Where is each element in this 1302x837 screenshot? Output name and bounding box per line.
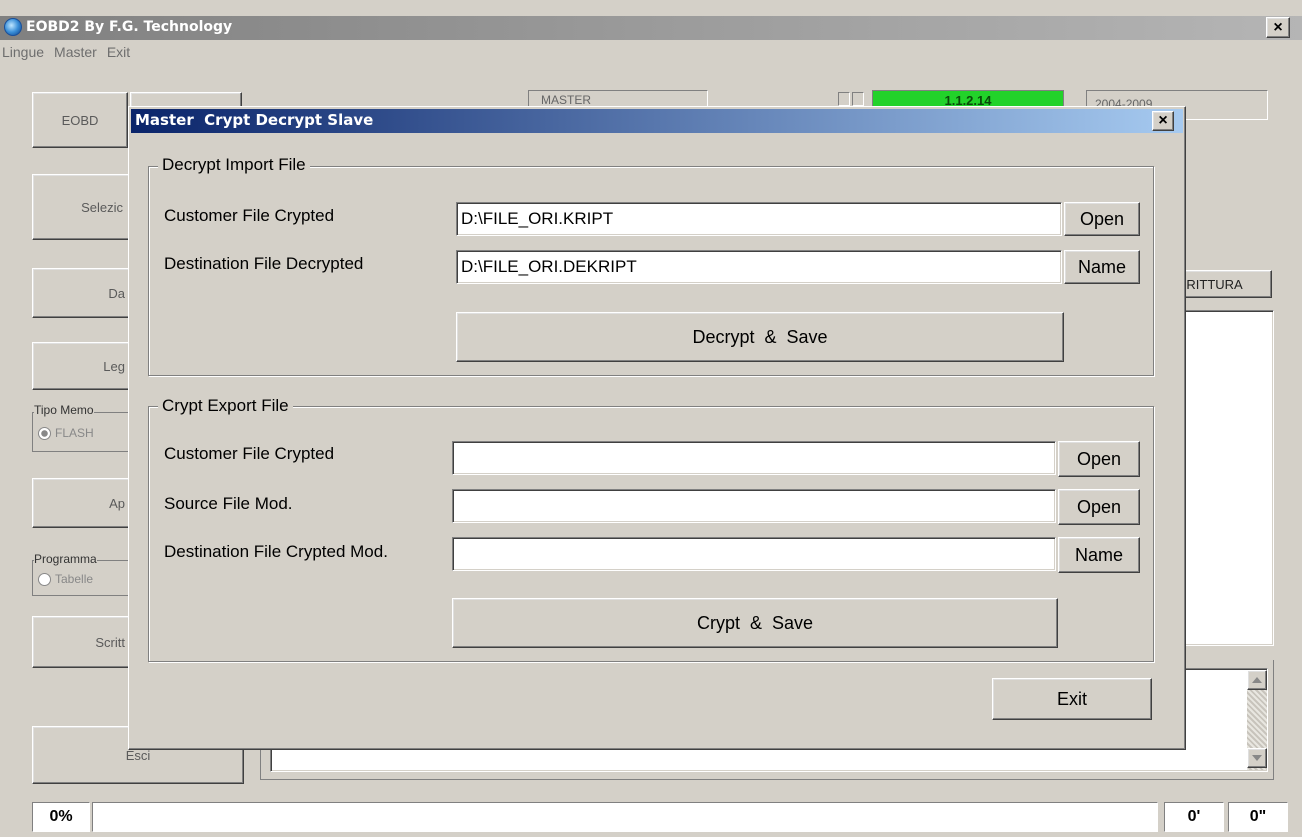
decrypt-dest-input[interactable]: D:\FILE_ORI.DEKRIPT [456,250,1062,284]
dati-label: Da [108,285,125,301]
crypt-source-label: Source File Mod. [164,494,293,513]
elapsed-seconds: 0" [1228,802,1288,832]
crypt-group-legend: Crypt Export File [158,396,293,416]
eobd-label: EOBD [61,112,99,128]
progress-percent: 0% [32,802,90,832]
crypt-customer-open-button[interactable]: Open [1058,441,1140,477]
radio-selected-icon [38,426,51,440]
crypt-source-input[interactable] [452,489,1056,523]
scrittura-tab[interactable]: CRITTURA [1176,270,1272,298]
app-icon [4,18,22,36]
elapsed-minutes-text: 0' [1187,808,1201,825]
progress-bar [92,802,1158,832]
radio-empty-icon [38,572,51,586]
programma-legend: Programma [34,552,97,566]
crypt-dest-input[interactable] [452,537,1056,571]
close-icon: × [1158,112,1168,129]
main-close-button[interactable]: × [1266,17,1290,38]
crypt-customer-label: Customer File Crypted [164,444,335,463]
scrittura-label: Scritt [95,634,125,650]
arrow-down-icon [1252,755,1262,761]
flash-label: FLASH [55,426,94,440]
apri-label: Ap [109,495,125,511]
crypt-dest-label: Destination File Crypted Mod. [164,542,388,561]
scroll-up-button[interactable] [1247,670,1267,690]
decrypt-customer-open-button[interactable]: Open [1064,202,1140,236]
master-field-text: MASTER [541,93,592,107]
eobd-button[interactable]: EOBD [32,92,128,148]
arrow-up-icon [1252,677,1262,683]
crypt-customer-input[interactable] [452,441,1056,475]
elapsed-minutes: 0' [1164,802,1224,832]
decrypt-save-button[interactable]: Decrypt & Save [456,312,1064,362]
crypt-dest-name-button[interactable]: Name [1058,537,1140,573]
seleziona-label: Selezic [81,199,123,215]
decrypt-group-legend: Decrypt Import File [158,155,310,175]
app-title: EOBD2 By F.G. Technology [26,19,233,35]
menu-bar: Lingue Master Exit [0,44,130,66]
progress-percent-text: 0% [49,808,73,825]
decrypt-dest-label: Destination File Decrypted [164,254,364,273]
leggi-label: Leg [103,358,125,374]
tipo-memoria-legend: Tipo Memo [34,403,94,417]
tabelle-label: Tabelle [55,572,94,586]
decrypt-dest-name-button[interactable]: Name [1064,250,1140,284]
close-icon: × [1273,18,1283,36]
tabelle-radio[interactable]: Tabelle [38,572,93,586]
menu-lingue[interactable]: Lingue [2,44,44,66]
elapsed-seconds-text: 0" [1249,808,1267,825]
crypt-save-button[interactable]: Crypt & Save [452,598,1058,648]
dialog-exit-button[interactable]: Exit [992,678,1152,720]
checkbox-b[interactable] [852,92,864,106]
menu-master[interactable]: Master [54,44,97,66]
apri-button[interactable]: Ap [32,478,132,528]
dialog-close-button[interactable]: × [1152,111,1174,131]
seleziona-button[interactable]: Selezic [32,174,132,240]
decrypt-customer-label: Customer File Crypted [164,206,335,225]
dati-button[interactable]: Da [32,268,132,318]
output-panel [1176,310,1274,646]
crypt-source-open-button[interactable]: Open [1058,489,1140,525]
scrittura-tab-label: CRITTURA [1177,276,1243,292]
dialog-title: Master Crypt Decrypt Slave [135,111,374,129]
flash-radio[interactable]: FLASH [38,426,94,440]
scroll-down-button[interactable] [1247,748,1267,768]
menu-exit[interactable]: Exit [107,44,130,66]
leggi-button[interactable]: Leg [32,342,132,390]
scrittura-button[interactable]: Scritt [32,616,132,668]
checkbox-a[interactable] [838,92,850,106]
decrypt-customer-input[interactable]: D:\FILE_ORI.KRIPT [456,202,1062,236]
